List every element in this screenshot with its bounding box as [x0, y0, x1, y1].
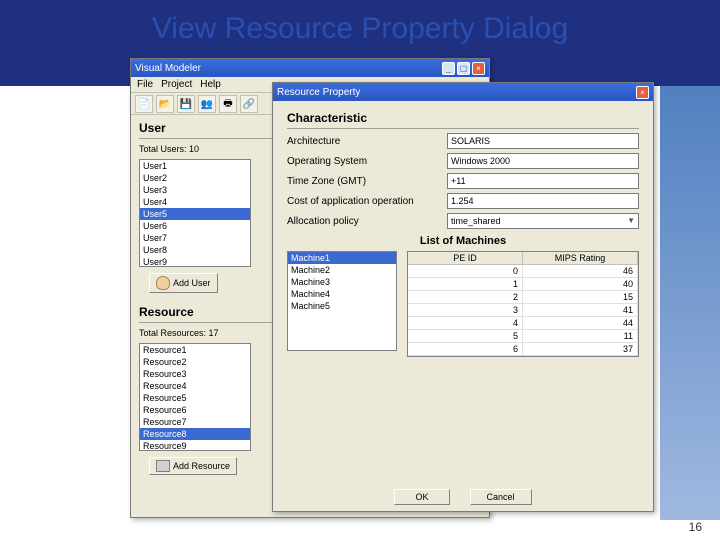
- chevron-down-icon: ▼: [627, 214, 635, 228]
- menu-project[interactable]: Project: [161, 79, 192, 90]
- list-item[interactable]: Resource2: [140, 356, 250, 368]
- list-item[interactable]: Resource9: [140, 440, 250, 452]
- tz-label: Time Zone (GMT): [287, 176, 437, 187]
- vm-titlebar[interactable]: Visual Modeler _ ▢ ×: [131, 59, 489, 77]
- resource-icon: [156, 460, 170, 472]
- vm-title-text: Visual Modeler: [135, 63, 201, 74]
- arch-label: Architecture: [287, 136, 437, 147]
- alloc-label: Allocation policy: [287, 216, 437, 227]
- list-item[interactable]: Machine2: [288, 264, 396, 276]
- user-listbox[interactable]: User1User2User3User4User5User6User7User8…: [139, 159, 251, 267]
- list-item[interactable]: User9: [140, 256, 250, 268]
- rp-title-text: Resource Property: [277, 87, 360, 98]
- list-item[interactable]: User8: [140, 244, 250, 256]
- cost-input[interactable]: 1.254: [447, 193, 639, 209]
- total-users-label: Total Users:: [139, 144, 187, 154]
- add-resource-button[interactable]: Add Resource: [149, 457, 237, 475]
- add-user-button[interactable]: Add User: [149, 273, 218, 293]
- arch-input[interactable]: SOLARIS: [447, 133, 639, 149]
- cost-label: Cost of application operation: [287, 196, 437, 207]
- characteristic-heading: Characteristic: [287, 109, 639, 129]
- table-row[interactable]: 140: [408, 278, 638, 291]
- list-item[interactable]: Machine5: [288, 300, 396, 312]
- total-resources-value: 17: [209, 328, 219, 338]
- user-icon: [156, 276, 170, 290]
- tool-users-icon[interactable]: 👥: [198, 95, 216, 113]
- resource-property-dialog: Resource Property × Characteristic Archi…: [272, 82, 654, 512]
- list-item[interactable]: Resource3: [140, 368, 250, 380]
- total-users-value: 10: [189, 144, 199, 154]
- list-item[interactable]: User7: [140, 232, 250, 244]
- close-icon[interactable]: ×: [472, 62, 485, 75]
- machine-listbox[interactable]: Machine1Machine2Machine3Machine4Machine5: [287, 251, 397, 351]
- slide-title: View Resource Property Dialog: [0, 12, 720, 46]
- list-item[interactable]: Resource4: [140, 380, 250, 392]
- list-item[interactable]: User4: [140, 196, 250, 208]
- maximize-icon[interactable]: ▢: [457, 62, 470, 75]
- list-item[interactable]: Resource8: [140, 428, 250, 440]
- list-item[interactable]: User3: [140, 184, 250, 196]
- page-number: 16: [689, 520, 702, 534]
- col-peid[interactable]: PE ID: [408, 252, 523, 265]
- list-item[interactable]: Resource5: [140, 392, 250, 404]
- os-label: Operating System: [287, 156, 437, 167]
- alloc-value: time_shared: [451, 214, 501, 228]
- list-item[interactable]: Machine3: [288, 276, 396, 288]
- background-photo-strip: [660, 86, 720, 520]
- close-icon[interactable]: ×: [636, 86, 649, 99]
- list-item[interactable]: User6: [140, 220, 250, 232]
- cancel-button[interactable]: Cancel: [470, 489, 532, 505]
- list-item[interactable]: Machine4: [288, 288, 396, 300]
- table-row[interactable]: 637: [408, 343, 638, 356]
- tool-res-icon[interactable]: 🖶: [219, 95, 237, 113]
- os-input[interactable]: Windows 2000: [447, 153, 639, 169]
- table-row[interactable]: 341: [408, 304, 638, 317]
- list-item[interactable]: Resource6: [140, 404, 250, 416]
- list-of-machines-heading: List of Machines: [287, 235, 639, 247]
- menu-help[interactable]: Help: [200, 79, 221, 90]
- add-resource-label: Add Resource: [173, 461, 230, 471]
- tool-save-icon[interactable]: 💾: [177, 95, 195, 113]
- table-row[interactable]: 046: [408, 265, 638, 278]
- list-item[interactable]: Resource1: [140, 344, 250, 356]
- ok-button[interactable]: OK: [394, 489, 449, 505]
- list-item[interactable]: Machine1: [288, 252, 396, 264]
- list-item[interactable]: User2: [140, 172, 250, 184]
- menu-file[interactable]: File: [137, 79, 153, 90]
- rp-titlebar[interactable]: Resource Property ×: [273, 83, 653, 101]
- add-user-label: Add User: [173, 278, 211, 288]
- col-mips[interactable]: MIPS Rating: [523, 252, 638, 265]
- table-row[interactable]: 511: [408, 330, 638, 343]
- tool-open-icon[interactable]: 📂: [156, 95, 174, 113]
- tz-input[interactable]: +11: [447, 173, 639, 189]
- pe-table: PE ID MIPS Rating 046140215341444511637: [407, 251, 639, 357]
- tool-link-icon[interactable]: 🔗: [240, 95, 258, 113]
- minimize-icon[interactable]: _: [442, 62, 455, 75]
- resource-listbox[interactable]: Resource1Resource2Resource3Resource4Reso…: [139, 343, 251, 451]
- list-item[interactable]: Resource7: [140, 416, 250, 428]
- total-resources-label: Total Resources:: [139, 328, 206, 338]
- tool-new-icon[interactable]: 📄: [135, 95, 153, 113]
- alloc-select[interactable]: time_shared ▼: [447, 213, 639, 229]
- table-row[interactable]: 215: [408, 291, 638, 304]
- list-item[interactable]: User5: [140, 208, 250, 220]
- table-row[interactable]: 444: [408, 317, 638, 330]
- list-item[interactable]: User1: [140, 160, 250, 172]
